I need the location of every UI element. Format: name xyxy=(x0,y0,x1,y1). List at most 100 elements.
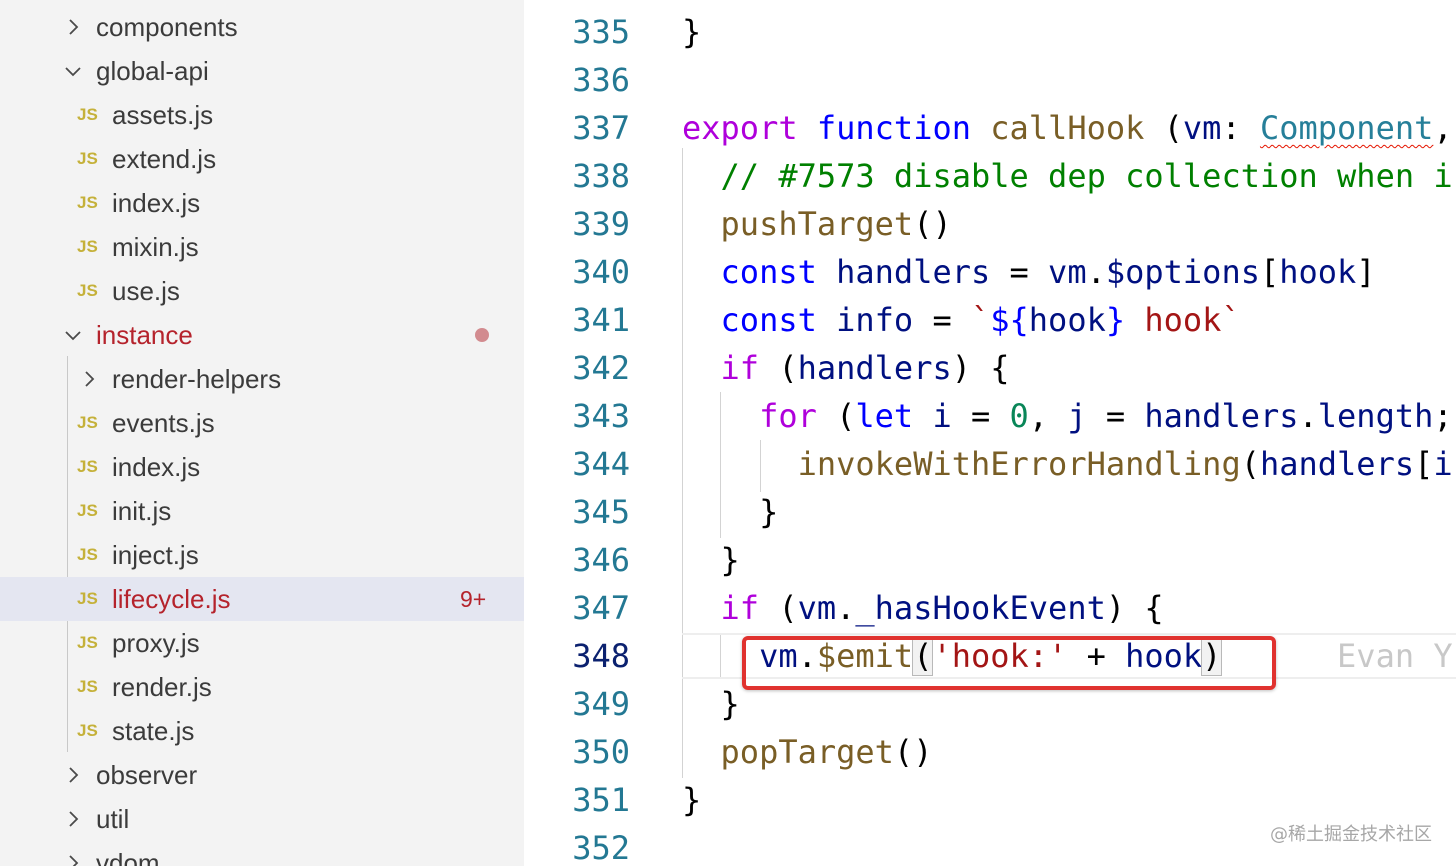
line-number: 339 xyxy=(572,205,630,243)
code-text[interactable]: if (handlers) { xyxy=(682,344,1010,392)
code-line[interactable]: 340 const handlers = vm.$options[hook] xyxy=(524,248,1456,296)
code-line[interactable]: 347 if (vm._hasHookEvent) { xyxy=(524,584,1456,632)
js-file-icon: JS xyxy=(77,193,98,212)
file-item-index-js[interactable]: JS index.js xyxy=(0,445,524,489)
code-text[interactable]: invokeWithErrorHandling(handlers[i xyxy=(682,440,1453,488)
code-token: handlers xyxy=(836,253,991,291)
code-text[interactable]: const info = `${hook} hook` xyxy=(682,296,1241,344)
line-number: 346 xyxy=(572,541,630,579)
line-number: 349 xyxy=(572,685,630,723)
file-item-inject-js[interactable]: JS inject.js xyxy=(0,533,524,577)
code-line[interactable]: 335} xyxy=(524,8,1456,56)
code-token: vm xyxy=(797,589,837,627)
folder-item-instance[interactable]: instance xyxy=(0,313,524,357)
code-token: if xyxy=(720,589,760,627)
code-text[interactable]: } xyxy=(682,776,701,824)
code-text[interactable]: // #7573 disable dep collection when i xyxy=(682,152,1453,200)
folder-label: vdom xyxy=(96,847,160,866)
file-item-mixin-js[interactable]: JS mixin.js xyxy=(0,225,524,269)
chevron-right-icon[interactable] xyxy=(62,760,84,790)
code-text[interactable]: for (let i = 0, j = handlers.length; xyxy=(682,392,1453,440)
line-number: 342 xyxy=(572,349,630,387)
code-text[interactable]: } xyxy=(682,8,701,56)
code-token: ( xyxy=(816,397,856,435)
folder-label: components xyxy=(96,11,238,42)
code-text[interactable]: if (vm._hasHookEvent) { xyxy=(682,584,1164,632)
js-file-icon: JS xyxy=(77,237,98,256)
file-item-state-js[interactable]: JS state.js xyxy=(0,709,524,753)
code-line[interactable]: 342 if (handlers) { xyxy=(524,344,1456,392)
chevron-down-icon[interactable] xyxy=(62,320,84,350)
chevron-right-icon[interactable] xyxy=(62,848,84,866)
file-item-use-js[interactable]: JS use.js xyxy=(0,269,524,313)
code-editor[interactable]: 335} 336 337 export function callHook (vm: … xyxy=(524,0,1456,866)
code-token: = xyxy=(990,253,1049,291)
code-text[interactable]: const handlers = vm.$options[hook] xyxy=(682,248,1376,296)
code-token: . xyxy=(836,589,856,627)
code-token: ( xyxy=(1240,445,1260,483)
folder-label: observer xyxy=(96,759,198,790)
code-line[interactable]: 346 } xyxy=(524,536,1456,584)
file-item-proxy-js[interactable]: JS proxy.js xyxy=(0,621,524,665)
code-token: } xyxy=(682,541,740,579)
code-token: Component xyxy=(1259,109,1434,147)
code-token: const xyxy=(720,301,817,339)
code-line[interactable]: 339 pushTarget() xyxy=(524,200,1456,248)
code-text[interactable]: export function callHook (vm: Component, xyxy=(682,104,1453,152)
code-line[interactable]: 344 invokeWithErrorHandling(handlers[i xyxy=(524,440,1456,488)
file-item-lifecycle-js[interactable]: JS lifecycle.js 9+ xyxy=(0,577,524,621)
file-item-render-js[interactable]: JS render.js xyxy=(0,665,524,709)
file-item-extend-js[interactable]: JS extend.js xyxy=(0,137,524,181)
file-item-init-js[interactable]: JS init.js xyxy=(0,489,524,533)
js-file-icon: JS xyxy=(77,545,98,564)
line-number: 352 xyxy=(572,829,630,866)
code-token: hook` xyxy=(1125,301,1241,339)
git-blame-annotation: Evan Y xyxy=(1337,637,1453,675)
folder-item-global-api[interactable]: global-api xyxy=(0,49,524,93)
file-explorer: components global-api JS assets.js JS extend.… xyxy=(0,0,524,866)
code-text[interactable]: popTarget() xyxy=(682,728,933,776)
file-label: proxy.js xyxy=(112,627,200,658)
code-text[interactable]: } xyxy=(682,680,740,728)
code-line[interactable]: 343 for (let i = 0, j = handlers.length; xyxy=(524,392,1456,440)
code-token: } xyxy=(1105,301,1126,339)
folder-item-vdom[interactable]: vdom xyxy=(0,841,524,866)
file-item-assets-js[interactable]: JS assets.js xyxy=(0,93,524,137)
code-token: j xyxy=(1067,397,1087,435)
folder-item-observer[interactable]: observer xyxy=(0,753,524,797)
folder-item-render-helpers[interactable]: render-helpers xyxy=(0,357,524,401)
code-text[interactable]: } xyxy=(682,488,778,536)
code-token: function xyxy=(816,109,971,147)
folder-label: global-api xyxy=(96,55,209,86)
folder-item-util[interactable]: util xyxy=(0,797,524,841)
chevron-right-icon[interactable] xyxy=(78,364,100,394)
code-token: = xyxy=(951,397,1010,435)
line-number: 347 xyxy=(572,589,630,627)
code-line[interactable]: 351} xyxy=(524,776,1456,824)
code-text[interactable]: pushTarget() xyxy=(682,200,952,248)
folder-item-components[interactable]: components xyxy=(0,5,524,49)
file-item-index-js[interactable]: JS index.js xyxy=(0,181,524,225)
js-file-icon: JS xyxy=(77,677,98,696)
code-line[interactable]: 338 // #7573 disable dep collection when… xyxy=(524,152,1456,200)
code-token: ( xyxy=(759,589,798,627)
code-line[interactable]: 337 export function callHook (vm: Compone… xyxy=(524,104,1456,152)
file-label: index.js xyxy=(112,187,201,218)
chevron-down-icon[interactable] xyxy=(62,56,84,86)
code-text[interactable]: } xyxy=(682,536,740,584)
file-item-events-js[interactable]: JS events.js xyxy=(0,401,524,445)
js-file-icon: JS xyxy=(77,457,98,476)
code-token: } xyxy=(682,781,702,819)
chevron-right-icon[interactable] xyxy=(62,12,84,42)
code-line[interactable]: 350 popTarget() xyxy=(524,728,1456,776)
chevron-right-icon[interactable] xyxy=(62,804,84,834)
code-line[interactable]: 341 const info = `${hook} hook` xyxy=(524,296,1456,344)
code-line[interactable]: 345 } xyxy=(524,488,1456,536)
code-line[interactable]: 336 xyxy=(524,56,1456,104)
